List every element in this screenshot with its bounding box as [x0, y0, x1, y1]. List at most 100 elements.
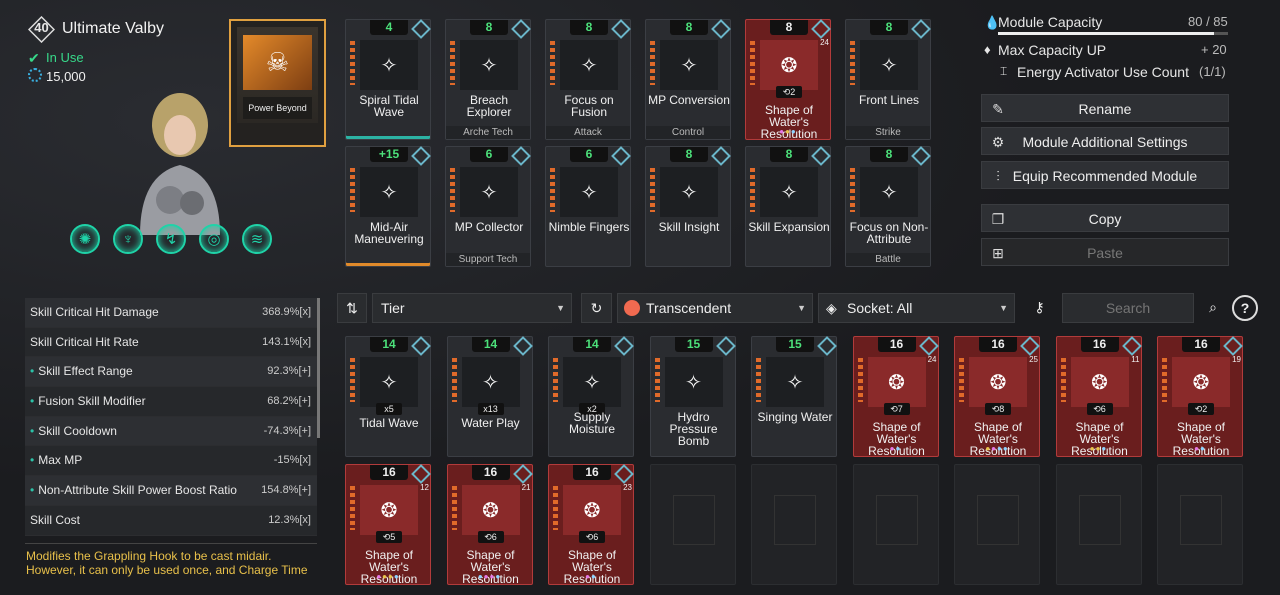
chip-icon — [672, 495, 715, 545]
rank-bar — [550, 168, 555, 212]
tier-dropdown[interactable]: Transcendent ▼ — [617, 293, 813, 323]
option-dot: ● — [1002, 444, 1009, 453]
module-count: ⟲2 — [776, 86, 802, 98]
rename-button[interactable]: ✎ Rename — [981, 94, 1229, 122]
option-dot: ● — [591, 572, 597, 581]
inventory-module-card[interactable]: 15 ✧ Hydro Pressure Bomb — [649, 336, 736, 457]
character-level: 40 — [34, 20, 49, 35]
chip-icon — [1180, 495, 1222, 545]
character-cost: 15,000 — [46, 69, 86, 84]
help-icon: ? — [1240, 300, 1250, 316]
skill-4-icon[interactable]: ◎ — [199, 224, 229, 254]
equipped-module-card[interactable]: 8 ✧ Skill Insight — [645, 146, 731, 267]
module-art-icon: ❂ — [760, 40, 818, 90]
rank-bar — [650, 41, 655, 85]
option-dots: ●●●● — [448, 572, 532, 581]
sort-icon: ⇅ — [346, 300, 358, 316]
rank-bar — [750, 41, 755, 85]
capacity-cost: 16 — [1182, 337, 1220, 352]
socket-icon: ◈ — [826, 300, 837, 316]
equipped-module-card[interactable]: 8 ✧ Focus on Fusion Attack — [545, 19, 631, 140]
equipped-module-card[interactable]: +15 ✧ Mid-Air Maneuvering — [345, 146, 431, 267]
module-capacity-value: 80 / 85 — [1188, 14, 1228, 29]
equipped-module-card[interactable]: 4 ✧ Spiral Tidal Wave — [345, 19, 431, 140]
equip-recommended-button[interactable]: ⫶ Equip Recommended Module — [981, 161, 1229, 189]
equipped-module-card[interactable]: 8 ✧ Focus on Non-Attribute Battle — [845, 146, 931, 267]
kuiper-icon — [28, 68, 42, 82]
power-beyond-slot[interactable]: ☠ Power Beyond — [229, 19, 326, 147]
capacity-cost: 15 — [776, 337, 814, 352]
inventory-module-card[interactable]: 16 ❂ 12 ⟲5 Shape of Water's Resolution ●●●● — [345, 464, 431, 585]
equipped-module-card[interactable]: 8 ✧ Front Lines Strike — [845, 19, 931, 140]
socket-icon — [711, 19, 731, 39]
stat-row: Skill Critical Hit Rate 143.1%[x] — [25, 327, 317, 358]
equipped-module-card[interactable]: 8 ✧ Breach Explorer Arche Tech — [445, 19, 531, 140]
module-name: Singing Water — [757, 410, 833, 424]
capacity-cost: 16 — [471, 465, 510, 480]
module-additional-settings-button[interactable]: ⚙ Module Additional Settings — [981, 127, 1229, 155]
module-count: ⟲6 — [579, 531, 605, 543]
help-button[interactable]: ? — [1232, 295, 1258, 321]
empty-module-slot — [954, 464, 1040, 585]
equipped-module-card[interactable]: 8 ❂ 24 ⟲2 Shape of Water's Resolution ●●● — [745, 19, 831, 140]
divider — [25, 543, 317, 544]
paste-button[interactable]: ⊞ Paste — [981, 238, 1229, 266]
socket-icon — [411, 146, 431, 166]
sort-dropdown[interactable]: Tier ▼ — [372, 293, 572, 323]
inventory-module-card[interactable]: 14 ✧ x2 Supply Moisture — [548, 336, 634, 457]
inventory-module-card[interactable]: 16 ❂ 21 ⟲6 Shape of Water's Resolution ●●●● — [446, 464, 533, 585]
stat-value: 143.1%[x] — [262, 335, 311, 348]
equipped-module-card[interactable]: 6 ✧ MP Collector Support Tech — [445, 146, 531, 267]
inventory-module-card[interactable]: 15 ✧ Singing Water — [751, 336, 837, 457]
capacity-cost: 8 — [670, 147, 708, 162]
rank-bar — [1162, 358, 1167, 402]
inventory-module-card[interactable]: 16 ❂ 19 ⟲2 Shape of Water's Resolution ●● — [1157, 336, 1243, 457]
inventory-module-card[interactable]: 14 ✧ x13 Water Play — [446, 336, 533, 457]
skill-5-icon[interactable]: ≋ — [242, 224, 272, 254]
socket-icon — [512, 464, 533, 484]
socket-icon — [911, 19, 931, 39]
bullet-icon: • — [30, 394, 35, 409]
option-dots: ●●● — [746, 127, 830, 136]
skill-1-icon[interactable]: ✺ — [70, 224, 100, 254]
module-count: x13 — [477, 403, 504, 415]
equip-recommended-label: Equip Recommended Module — [1012, 168, 1198, 184]
inventory-module-card[interactable]: 14 ✧ x5 Tidal Wave — [345, 336, 431, 457]
module-name: Front Lines — [858, 93, 920, 107]
module-art-icon: ✧ — [563, 357, 621, 407]
socket-icon — [711, 146, 731, 166]
rank-bar — [350, 41, 355, 85]
inventory-module-card[interactable]: 16 ❂ 24 ⟲7 Shape of Water's Resolution ●● — [852, 336, 939, 457]
stats-scrollbar[interactable] — [317, 298, 320, 438]
chevron-down-icon: ▼ — [797, 303, 806, 313]
module-art-icon: ✧ — [760, 167, 818, 217]
rank-bar — [550, 41, 555, 85]
socket-icon — [811, 146, 831, 166]
search-input[interactable] — [1062, 293, 1194, 323]
reset-button[interactable]: ↻ — [581, 293, 612, 323]
copy-button[interactable]: ❐ Copy — [981, 204, 1229, 232]
bullet-icon: • — [30, 453, 35, 468]
inventory-module-card[interactable]: 16 ❂ 11 ⟲6 Shape of Water's Resolution ●●● — [1055, 336, 1142, 457]
rank-bar — [857, 358, 863, 402]
module-art-icon: ❂ — [1172, 357, 1230, 407]
module-level: 21 — [521, 483, 531, 492]
sort-order-button[interactable]: ⇅ — [337, 293, 367, 323]
equipped-module-card[interactable]: 8 ✧ Skill Expansion — [745, 146, 831, 267]
module-capacity-label: Module Capacity — [998, 14, 1103, 30]
option-dot: ● — [895, 444, 902, 453]
search-button[interactable]: ⌕ — [1199, 293, 1227, 323]
inventory-module-card[interactable]: 16 ❂ 23 ⟲6 Shape of Water's Resolution ●● — [548, 464, 634, 585]
module-art-icon: ✧ — [360, 357, 418, 407]
key-filter-button[interactable]: ⚷ — [1022, 293, 1057, 323]
module-art-icon: ❂ — [461, 485, 520, 535]
skill-3-icon[interactable]: ↯ — [156, 224, 186, 254]
socket-dropdown[interactable]: ◈ Socket: All ▼ — [818, 293, 1015, 323]
equipped-module-card[interactable]: 6 ✧ Nimble Fingers — [545, 146, 631, 267]
inventory-module-card[interactable]: 16 ❂ 25 ⟲8 Shape of Water's Resolution ●●●● — [954, 336, 1040, 457]
bullet-icon: • — [30, 423, 35, 438]
equipped-module-card[interactable]: 8 ✧ MP Conversion Control — [645, 19, 731, 140]
skill-2-icon[interactable]: ♆ — [113, 224, 143, 254]
module-count: ⟲7 — [883, 403, 910, 415]
socket-icon — [411, 464, 431, 484]
